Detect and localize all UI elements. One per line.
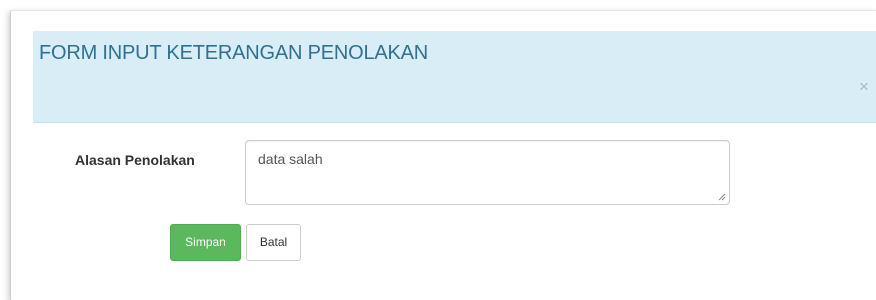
resize-handle-icon[interactable] xyxy=(718,193,726,201)
close-icon[interactable]: × xyxy=(857,78,871,96)
cancel-button[interactable]: Batal xyxy=(246,224,301,261)
modal-title: FORM INPUT KETERANGAN PENOLAKAN xyxy=(39,42,429,64)
save-button[interactable]: Simpan xyxy=(170,224,241,261)
page: FORM INPUT KETERANGAN PENOLAKAN × Alasan… xyxy=(0,0,876,300)
reason-textarea-value: data salah xyxy=(258,151,323,167)
reason-textarea[interactable]: data salah xyxy=(245,140,730,205)
modal-header: FORM INPUT KETERANGAN PENOLAKAN × xyxy=(33,31,876,123)
reason-label: Alasan Penolakan xyxy=(75,152,195,168)
